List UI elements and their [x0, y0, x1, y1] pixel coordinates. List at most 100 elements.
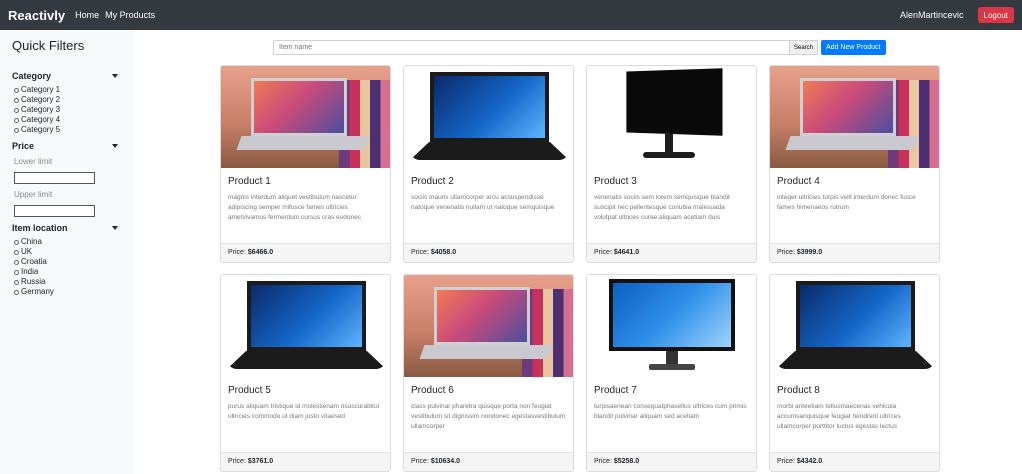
price-label: Price [12, 141, 35, 151]
radio-icon[interactable] [14, 97, 19, 103]
monitor-stand-decoration [666, 351, 678, 365]
product-description: integer ultricies turpis velit interdum … [777, 194, 916, 211]
product-price: $4641.0 [613, 249, 640, 256]
search-bar: Search Add New Product [273, 40, 886, 55]
product-image[interactable] [587, 66, 756, 168]
location-option[interactable]: Germany [12, 287, 122, 297]
radio-icon[interactable] [14, 117, 19, 123]
product-title[interactable]: Product 5 [228, 385, 383, 396]
radio-icon[interactable] [14, 269, 19, 275]
product-price: $4342.0 [796, 458, 823, 465]
product-image[interactable] [221, 66, 390, 168]
location-option[interactable]: India [12, 267, 122, 277]
product-image[interactable] [770, 66, 939, 168]
product-price-footer: Price: $3761.0 [221, 452, 390, 471]
product-card[interactable]: Product 2 sociis mauris ullamcorper arcu … [403, 65, 574, 263]
sidebar-title: Quick Filters [12, 38, 85, 53]
product-card[interactable]: Product 7 turpisaenean consequatphasellus… [586, 274, 757, 472]
laptop-keyboard-decoration [785, 136, 919, 150]
product-card[interactable]: Product 5 purus aliquam tristique id mole… [220, 274, 391, 472]
add-new-product-button[interactable]: Add New Product [821, 40, 886, 55]
location-option[interactable]: UK [12, 247, 122, 257]
product-price-footer: Price: $4641.0 [587, 243, 756, 262]
product-description: class pulvinar pharetra quisque porta no… [411, 403, 566, 430]
radio-label: Category 5 [21, 125, 61, 134]
radio-icon[interactable] [14, 249, 19, 255]
search-input[interactable] [273, 40, 790, 55]
monitor-base-decoration [649, 364, 695, 370]
navbar: Reactivly Home My Products AlenMartincev… [0, 0, 1022, 30]
monitor-base-decoration [643, 152, 695, 158]
logout-button[interactable]: Logout [977, 7, 1014, 23]
laptop-keyboard-decoration [410, 142, 569, 160]
windows-screen-decoration [800, 285, 911, 347]
category-option[interactable]: Category 1 [12, 85, 122, 95]
product-card[interactable]: Product 8 morbi anteetiam tellusmaecenas … [769, 274, 940, 472]
location-section-toggle[interactable]: Item location [12, 223, 122, 233]
product-image[interactable] [770, 275, 939, 377]
category-label: Category [12, 71, 52, 81]
product-title[interactable]: Product 1 [228, 176, 383, 187]
username[interactable]: AlenMartincevic [900, 10, 964, 20]
product-card-body: Product 1 magnis interdum aliquet vestibu… [221, 168, 390, 243]
upper-limit-input[interactable] [14, 205, 95, 217]
location-option[interactable]: Croatia [12, 257, 122, 267]
radio-label: Croatia [21, 257, 47, 266]
lower-limit-label: Lower limit [14, 157, 53, 166]
product-image[interactable] [404, 275, 573, 377]
laptop-screen-decoration [434, 287, 530, 345]
radio-icon[interactable] [14, 259, 19, 265]
product-title[interactable]: Product 6 [411, 385, 566, 396]
windows-screen-decoration [434, 76, 545, 138]
radio-icon[interactable] [14, 127, 19, 133]
category-list: Category 1 Category 2 Category 3 Category 4… [12, 85, 122, 135]
laptop-keyboard-decoration [236, 136, 370, 150]
product-card-body: Product 4 integer ultricies turpis velit … [770, 168, 939, 243]
product-card-body: Product 2 sociis mauris ullamcorper arcu … [404, 168, 573, 243]
nav-link-home[interactable]: Home [75, 10, 99, 20]
product-price-footer: Price: $6466.0 [221, 243, 390, 262]
product-card[interactable]: Product 6 class pulvinar pharetra quisque… [403, 274, 574, 472]
radio-icon[interactable] [14, 279, 19, 285]
category-option[interactable]: Category 2 [12, 95, 122, 105]
product-title[interactable]: Product 3 [594, 176, 749, 187]
radio-label: Category 2 [21, 95, 61, 104]
price-section-toggle[interactable]: Price [12, 141, 122, 151]
product-image[interactable] [404, 66, 573, 168]
product-image[interactable] [587, 275, 756, 377]
product-card[interactable]: Product 1 magnis interdum aliquet vestibu… [220, 65, 391, 263]
category-section-toggle[interactable]: Category [12, 71, 122, 81]
radio-icon[interactable] [14, 107, 19, 113]
price-prefix: Price: [228, 458, 248, 465]
product-card[interactable]: Product 4 integer ultricies turpis velit … [769, 65, 940, 263]
lower-limit-input[interactable] [14, 172, 95, 184]
search-button[interactable]: Search [790, 40, 819, 55]
product-title[interactable]: Product 7 [594, 385, 749, 396]
product-title[interactable]: Product 2 [411, 176, 566, 187]
location-option[interactable]: China [12, 237, 122, 247]
location-option[interactable]: Russia [12, 277, 122, 287]
product-card[interactable]: Product 3 venenatis sociis sem lorem semq… [586, 65, 757, 263]
product-card-body: Product 5 purus aliquam tristique id mole… [221, 377, 390, 452]
radio-icon[interactable] [14, 289, 19, 295]
price-prefix: Price: [411, 249, 431, 256]
radio-label: Russia [21, 277, 46, 286]
radio-icon[interactable] [14, 239, 19, 245]
product-title[interactable]: Product 8 [777, 385, 932, 396]
brand-logo[interactable]: Reactivly [8, 8, 65, 23]
windows-screen-decoration [251, 285, 362, 347]
product-image[interactable] [221, 275, 390, 377]
product-title[interactable]: Product 4 [777, 176, 932, 187]
location-label: Item location [12, 223, 68, 233]
price-prefix: Price: [594, 249, 614, 256]
nav-link-my-products[interactable]: My Products [105, 10, 155, 20]
caret-down-icon [112, 226, 118, 230]
price-prefix: Price: [594, 458, 614, 465]
category-option[interactable]: Category 4 [12, 115, 122, 125]
radio-icon[interactable] [14, 87, 19, 93]
category-option[interactable]: Category 3 [12, 105, 122, 115]
category-option[interactable]: Category 5 [12, 125, 122, 135]
caret-down-icon [112, 144, 118, 148]
product-card-body: Product 8 morbi anteetiam tellusmaecenas … [770, 377, 939, 452]
price-prefix: Price: [777, 249, 797, 256]
